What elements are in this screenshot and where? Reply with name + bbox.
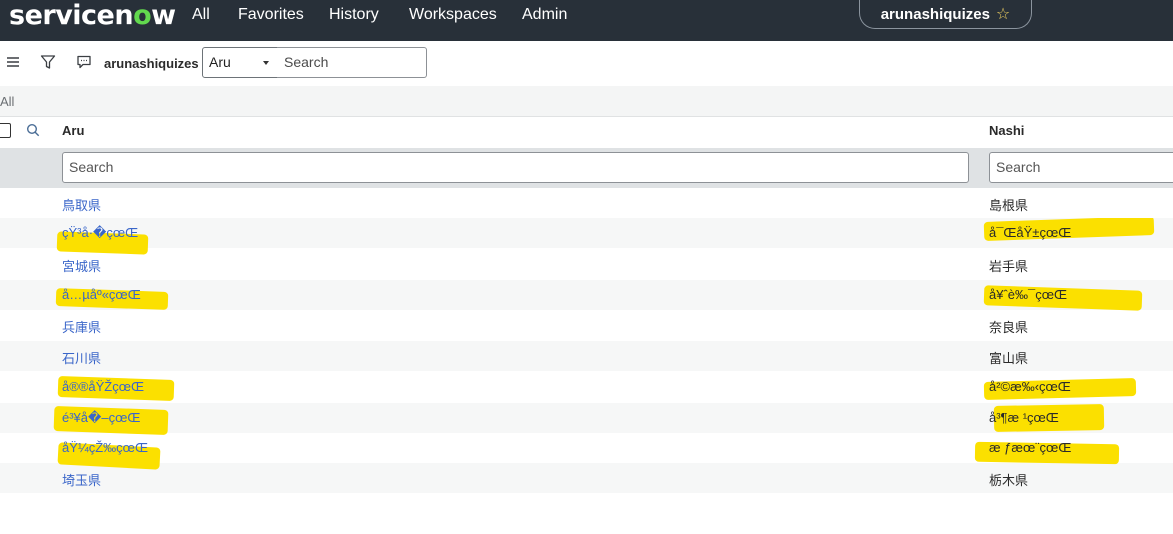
nashi-cell: 富山県 [989,351,1029,366]
nashi-cell: 栃木県 [989,473,1029,488]
column-header-row: Aru Nashi [0,117,1173,148]
list-title: arunashiquizes [104,56,199,71]
field-select-value: Aru [209,54,231,70]
nav-all[interactable]: All [192,6,210,24]
aru-cell-link[interactable]: 鳥取県 [62,195,101,214]
nashi-cell: å²©æ‰‹çœŒ [989,379,1071,394]
select-all-checkbox[interactable] [0,123,11,138]
aru-cell-link[interactable]: 兵庫県 [62,317,101,336]
field-select[interactable]: Aru [202,47,278,78]
nashi-search-input[interactable]: Search [989,152,1173,183]
table-row: 石川県 富山県 [0,341,1173,371]
nav-favorites[interactable]: Favorites [238,6,304,24]
column-header-aru[interactable]: Aru [62,123,84,138]
servicenow-logo[interactable]: servicenow [9,1,176,31]
aru-cell-link[interactable]: å®®åŸŽçœŒ [62,379,144,394]
aru-cell-link[interactable]: 宮城県 [62,256,101,275]
aru-cell-link[interactable]: çŸ³å·�çœŒ [62,225,138,241]
nav-workspaces[interactable]: Workspaces [409,6,497,24]
search-icon[interactable] [26,123,41,138]
nashi-cell: 岩手県 [989,259,1029,274]
comment-icon[interactable] [75,53,93,71]
nashi-cell: 島根県 [989,198,1029,213]
aru-cell-link[interactable]: 石川県 [62,348,101,367]
breadcrumb-all[interactable]: All [0,94,14,109]
aru-cell-link[interactable]: åŸ¼çŽ‰çœŒ [62,440,148,455]
nav-admin[interactable]: Admin [522,6,567,24]
top-nav: servicenow All Favorites History Workspa… [0,0,1173,41]
table-row: åŸ¼çŽ‰çœŒ æ ƒæœ¨çœŒ [0,433,1173,463]
table-row: å…µåº«çœŒ å¥ˆè‰¯çœŒ [0,280,1173,310]
star-icon[interactable]: ☆ [996,4,1010,24]
table-row: 宮城県 岩手県 [0,249,1173,279]
filter-icon[interactable] [39,53,57,71]
aru-cell-link[interactable]: é³¥å�–çœŒ [62,410,140,426]
nashi-cell: å³¶æ ¹çœŒ [989,410,1059,425]
nashi-cell: 奈良県 [989,320,1029,335]
hamburger-menu-icon[interactable] [4,53,22,71]
nashi-cell: å¯ŒåŸ±çœŒ [989,225,1072,240]
aru-search-input[interactable]: Search [62,152,969,183]
column-search-row: Search Search [0,148,1173,188]
table-row: å®®åŸŽçœŒ å²©æ‰‹çœŒ [0,372,1173,402]
table-row: é³¥å�–çœŒ å³¶æ ¹çœŒ [0,403,1173,433]
nav-history[interactable]: History [329,6,379,24]
table-row: 兵庫県 奈良県 [0,310,1173,340]
table-row: 鳥取県 島根県 [0,188,1173,218]
table-row: 埼玉県 栃木県 [0,463,1173,493]
table-row: çŸ³å·�çœŒ å¯ŒåŸ±çœŒ [0,218,1173,248]
aru-cell-link[interactable]: å…µåº«çœŒ [62,287,141,302]
instance-pill[interactable]: arunashiquizes ☆ [859,0,1032,29]
instance-pill-label: arunashiquizes [880,5,990,23]
column-header-nashi[interactable]: Nashi [989,123,1024,138]
breadcrumb: All [0,86,1173,117]
nashi-cell: å¥ˆè‰¯çœŒ [989,287,1067,302]
aru-cell-link[interactable]: 埼玉県 [62,470,101,489]
toolbar-search-input[interactable]: Search [277,47,427,78]
nashi-cell: æ ƒæœ¨çœŒ [989,440,1072,455]
list-toolbar: arunashiquizes Aru Search [0,41,1173,87]
caret-down-icon [263,61,269,65]
